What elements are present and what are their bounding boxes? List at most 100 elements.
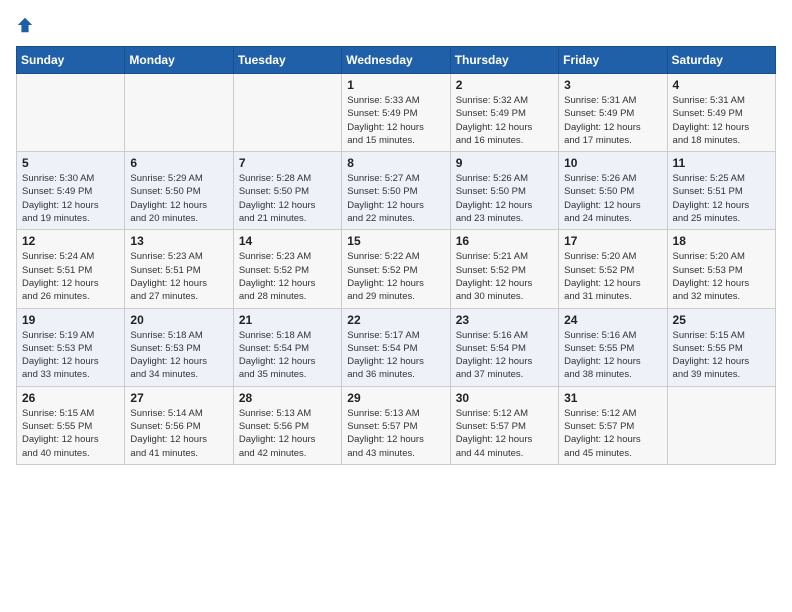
calendar-cell: 29 Sunrise: 5:13 AM Sunset: 5:57 PM Dayli… <box>342 386 450 464</box>
calendar-cell <box>125 74 233 152</box>
calendar-cell <box>17 74 125 152</box>
calendar-cell: 7 Sunrise: 5:28 AM Sunset: 5:50 PM Daylig… <box>233 152 341 230</box>
calendar-cell: 8Sunrise: 5:27 AM Sunset: 5:50 PM Daylig… <box>342 152 450 230</box>
calendar-cell: 13 Sunrise: 5:23 AM Sunset: 5:51 PM Dayli… <box>125 230 233 308</box>
day-info: Sunrise: 5:20 AM Sunset: 5:52 PM Dayligh… <box>564 250 661 303</box>
calendar-cell: 18 Sunrise: 5:20 AM Sunset: 5:53 PM Dayli… <box>667 230 775 308</box>
day-info: Sunrise: 5:16 AM Sunset: 5:54 PM Dayligh… <box>456 329 553 382</box>
calendar-cell: 25 Sunrise: 5:15 AM Sunset: 5:55 PM Dayli… <box>667 308 775 386</box>
day-info: Sunrise: 5:26 AM Sunset: 5:50 PM Dayligh… <box>564 172 661 225</box>
calendar-day-header: Wednesday <box>342 47 450 74</box>
day-number: 11 <box>673 156 770 170</box>
calendar-cell: 15 Sunrise: 5:22 AM Sunset: 5:52 PM Dayli… <box>342 230 450 308</box>
calendar-cell: 11 Sunrise: 5:25 AM Sunset: 5:51 PM Dayli… <box>667 152 775 230</box>
calendar-cell <box>667 386 775 464</box>
day-info: Sunrise: 5:13 AM Sunset: 5:57 PM Dayligh… <box>347 407 444 460</box>
calendar-cell: 31Sunrise: 5:12 AM Sunset: 5:57 PM Dayli… <box>559 386 667 464</box>
calendar-cell: 21 Sunrise: 5:18 AM Sunset: 5:54 PM Dayli… <box>233 308 341 386</box>
calendar-week-row: 19 Sunrise: 5:19 AM Sunset: 5:53 PM Dayli… <box>17 308 776 386</box>
day-number: 28 <box>239 391 336 405</box>
day-number: 3 <box>564 78 661 92</box>
day-number: 2 <box>456 78 553 92</box>
calendar-cell: 4Sunrise: 5:31 AM Sunset: 5:49 PM Daylig… <box>667 74 775 152</box>
page-header <box>16 16 776 34</box>
day-info: Sunrise: 5:15 AM Sunset: 5:55 PM Dayligh… <box>673 329 770 382</box>
day-info: Sunrise: 5:20 AM Sunset: 5:53 PM Dayligh… <box>673 250 770 303</box>
day-info: Sunrise: 5:32 AM Sunset: 5:49 PM Dayligh… <box>456 94 553 147</box>
day-info: Sunrise: 5:19 AM Sunset: 5:53 PM Dayligh… <box>22 329 119 382</box>
day-info: Sunrise: 5:18 AM Sunset: 5:54 PM Dayligh… <box>239 329 336 382</box>
calendar-cell: 1 Sunrise: 5:33 AM Sunset: 5:49 PM Daylig… <box>342 74 450 152</box>
calendar-cell: 23 Sunrise: 5:16 AM Sunset: 5:54 PM Dayli… <box>450 308 558 386</box>
logo <box>16 16 38 34</box>
calendar-day-header: Thursday <box>450 47 558 74</box>
day-info: Sunrise: 5:25 AM Sunset: 5:51 PM Dayligh… <box>673 172 770 225</box>
day-number: 24 <box>564 313 661 327</box>
calendar-cell: 26Sunrise: 5:15 AM Sunset: 5:55 PM Dayli… <box>17 386 125 464</box>
day-number: 19 <box>22 313 119 327</box>
calendar-day-header: Tuesday <box>233 47 341 74</box>
day-info: Sunrise: 5:17 AM Sunset: 5:54 PM Dayligh… <box>347 329 444 382</box>
calendar-cell: 28 Sunrise: 5:13 AM Sunset: 5:56 PM Dayli… <box>233 386 341 464</box>
day-number: 8 <box>347 156 444 170</box>
calendar-cell: 24 Sunrise: 5:16 AM Sunset: 5:55 PM Dayli… <box>559 308 667 386</box>
page-container: SundayMondayTuesdayWednesdayThursdayFrid… <box>0 0 792 475</box>
calendar-cell: 17 Sunrise: 5:20 AM Sunset: 5:52 PM Dayli… <box>559 230 667 308</box>
day-number: 25 <box>673 313 770 327</box>
calendar-week-row: 1 Sunrise: 5:33 AM Sunset: 5:49 PM Daylig… <box>17 74 776 152</box>
day-info: Sunrise: 5:12 AM Sunset: 5:57 PM Dayligh… <box>456 407 553 460</box>
day-info: Sunrise: 5:14 AM Sunset: 5:56 PM Dayligh… <box>130 407 227 460</box>
day-number: 6 <box>130 156 227 170</box>
calendar-cell: 16 Sunrise: 5:21 AM Sunset: 5:52 PM Dayli… <box>450 230 558 308</box>
day-number: 20 <box>130 313 227 327</box>
day-info: Sunrise: 5:21 AM Sunset: 5:52 PM Dayligh… <box>456 250 553 303</box>
calendar-week-row: 5 Sunrise: 5:30 AM Sunset: 5:49 PM Daylig… <box>17 152 776 230</box>
calendar-day-header: Friday <box>559 47 667 74</box>
day-number: 9 <box>456 156 553 170</box>
day-info: Sunrise: 5:22 AM Sunset: 5:52 PM Dayligh… <box>347 250 444 303</box>
day-info: Sunrise: 5:31 AM Sunset: 5:49 PM Dayligh… <box>673 94 770 147</box>
day-info: Sunrise: 5:16 AM Sunset: 5:55 PM Dayligh… <box>564 329 661 382</box>
calendar-day-header: Monday <box>125 47 233 74</box>
day-info: Sunrise: 5:33 AM Sunset: 5:49 PM Dayligh… <box>347 94 444 147</box>
day-number: 29 <box>347 391 444 405</box>
day-number: 7 <box>239 156 336 170</box>
calendar-week-row: 26Sunrise: 5:15 AM Sunset: 5:55 PM Dayli… <box>17 386 776 464</box>
calendar-cell: 27Sunrise: 5:14 AM Sunset: 5:56 PM Dayli… <box>125 386 233 464</box>
calendar-cell: 5 Sunrise: 5:30 AM Sunset: 5:49 PM Daylig… <box>17 152 125 230</box>
day-number: 26 <box>22 391 119 405</box>
day-number: 1 <box>347 78 444 92</box>
day-info: Sunrise: 5:28 AM Sunset: 5:50 PM Dayligh… <box>239 172 336 225</box>
day-number: 12 <box>22 234 119 248</box>
day-number: 23 <box>456 313 553 327</box>
calendar-cell: 14 Sunrise: 5:23 AM Sunset: 5:52 PM Dayli… <box>233 230 341 308</box>
calendar-cell: 6 Sunrise: 5:29 AM Sunset: 5:50 PM Daylig… <box>125 152 233 230</box>
day-number: 13 <box>130 234 227 248</box>
day-number: 17 <box>564 234 661 248</box>
day-number: 14 <box>239 234 336 248</box>
calendar-cell: 20 Sunrise: 5:18 AM Sunset: 5:53 PM Dayli… <box>125 308 233 386</box>
day-number: 30 <box>456 391 553 405</box>
day-number: 5 <box>22 156 119 170</box>
logo-icon <box>16 16 34 34</box>
calendar-cell: 10 Sunrise: 5:26 AM Sunset: 5:50 PM Dayli… <box>559 152 667 230</box>
day-info: Sunrise: 5:29 AM Sunset: 5:50 PM Dayligh… <box>130 172 227 225</box>
day-number: 15 <box>347 234 444 248</box>
day-info: Sunrise: 5:12 AM Sunset: 5:57 PM Dayligh… <box>564 407 661 460</box>
day-info: Sunrise: 5:26 AM Sunset: 5:50 PM Dayligh… <box>456 172 553 225</box>
calendar-week-row: 12Sunrise: 5:24 AM Sunset: 5:51 PM Dayli… <box>17 230 776 308</box>
calendar-cell: 30 Sunrise: 5:12 AM Sunset: 5:57 PM Dayli… <box>450 386 558 464</box>
day-number: 10 <box>564 156 661 170</box>
day-number: 18 <box>673 234 770 248</box>
day-info: Sunrise: 5:23 AM Sunset: 5:51 PM Dayligh… <box>130 250 227 303</box>
calendar-day-header: Sunday <box>17 47 125 74</box>
day-info: Sunrise: 5:30 AM Sunset: 5:49 PM Dayligh… <box>22 172 119 225</box>
day-info: Sunrise: 5:23 AM Sunset: 5:52 PM Dayligh… <box>239 250 336 303</box>
calendar-day-header: Saturday <box>667 47 775 74</box>
day-info: Sunrise: 5:13 AM Sunset: 5:56 PM Dayligh… <box>239 407 336 460</box>
day-info: Sunrise: 5:18 AM Sunset: 5:53 PM Dayligh… <box>130 329 227 382</box>
calendar-cell: 3Sunrise: 5:31 AM Sunset: 5:49 PM Daylig… <box>559 74 667 152</box>
calendar-cell: 19 Sunrise: 5:19 AM Sunset: 5:53 PM Dayli… <box>17 308 125 386</box>
day-number: 21 <box>239 313 336 327</box>
day-number: 16 <box>456 234 553 248</box>
